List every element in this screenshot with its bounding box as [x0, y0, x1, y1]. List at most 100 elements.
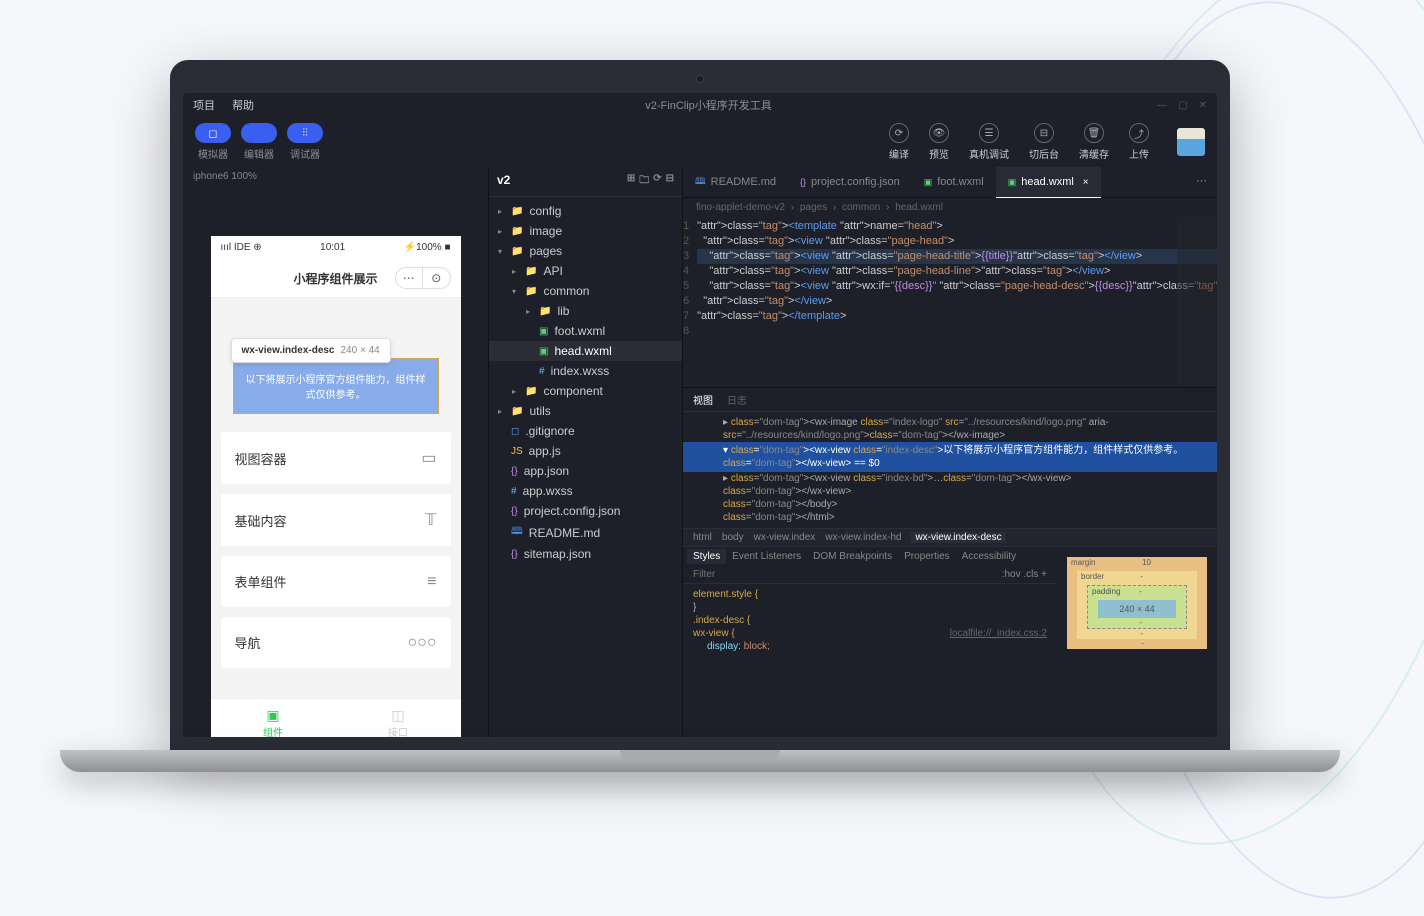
list-item[interactable]: 导航○○○	[221, 617, 451, 668]
dom-path-item[interactable]: wx-view.index	[754, 532, 816, 543]
tree-item[interactable]: #index.wxss	[489, 361, 682, 381]
mode-button[interactable]: ⫶⫶	[287, 123, 323, 143]
new-folder-icon[interactable]: 🗀	[639, 173, 649, 190]
css-rules[interactable]: element.style {}.index-desc {</span></di…	[683, 584, 1057, 737]
filter-tools[interactable]: :hov .cls +	[1002, 569, 1047, 580]
mode-button[interactable]: ◻	[195, 123, 231, 143]
styles-tab[interactable]: Styles	[687, 549, 726, 564]
dom-path-item[interactable]: html	[693, 532, 712, 543]
tab-elements[interactable]: 视图	[693, 392, 713, 407]
tree-item[interactable]: ▸📁image	[489, 221, 682, 241]
tree-item[interactable]: ▸📁API	[489, 261, 682, 281]
collapse-icon[interactable]: ⊟	[666, 173, 674, 190]
tree-item[interactable]: ▣foot.wxml	[489, 321, 682, 341]
tree-item[interactable]: 🕮README.md	[489, 521, 682, 544]
close-icon[interactable]: ✕	[1199, 100, 1207, 111]
list-item[interactable]: 视图容器▭	[221, 432, 451, 484]
toolbar-action[interactable]: ☰真机调试	[969, 123, 1009, 161]
dom-node[interactable]: ▸ class="dom-tag"><wx-view class="index-…	[723, 472, 1207, 485]
toolbar-action[interactable]: ⊟切后台	[1029, 123, 1059, 161]
highlighted-element[interactable]: 以下将展示小程序官方组件能力，组件样式仅供参考。	[233, 358, 439, 414]
tab-close-icon[interactable]: ×	[1083, 177, 1089, 188]
tree-item[interactable]: ▸📁lib	[489, 301, 682, 321]
toolbar-action[interactable]: ⤴上传	[1129, 123, 1149, 161]
toolbar-action[interactable]: 👁预览	[929, 123, 949, 161]
caret-icon: ▸	[523, 307, 533, 316]
dom-node[interactable]: class="dom-tag"></html>	[723, 511, 1207, 524]
signal-icon: ıııl IDE ⊕	[221, 242, 262, 253]
breadcrumb-item[interactable]: fino-applet-demo-v2	[696, 202, 785, 213]
mode-button[interactable]	[241, 123, 277, 143]
styles-tab[interactable]: Properties	[904, 551, 950, 562]
tree-item[interactable]: #app.wxss	[489, 481, 682, 501]
breadcrumb-item[interactable]: head.wxml	[895, 202, 943, 213]
toolbar: ◻模拟器编辑器⫶⫶调试器 ⟳编译👁预览☰真机调试⊟切后台🗑清缓存⤴上传	[183, 117, 1217, 167]
tabbar-item[interactable]: ◫接口	[336, 699, 461, 737]
new-file-icon[interactable]: ⊞	[627, 173, 635, 190]
styles-tab[interactable]: Accessibility	[962, 551, 1016, 562]
camera-icon	[696, 75, 704, 83]
breadcrumb-item[interactable]: pages	[800, 202, 827, 213]
tree-item[interactable]: {}project.config.json	[489, 501, 682, 521]
file-icon: {}	[511, 549, 518, 560]
toolbar-action[interactable]: ⟳编译	[889, 123, 909, 161]
list-item[interactable]: 表单组件≡	[221, 556, 451, 607]
breadcrumb-item[interactable]: common	[842, 202, 880, 213]
tree-item[interactable]: {}sitemap.json	[489, 544, 682, 564]
styles-tab[interactable]: Event Listeners	[732, 551, 801, 562]
file-name: lib	[557, 304, 569, 318]
editor-tab[interactable]: 🕮README.md	[683, 167, 788, 197]
menu-project[interactable]: 项目	[193, 100, 215, 112]
tabs-more-icon[interactable]: ⋯	[1186, 167, 1217, 197]
maximize-icon[interactable]: ▢	[1178, 100, 1187, 111]
file-name: head.wxml	[554, 344, 611, 358]
editor-tab[interactable]: ▣foot.wxml	[912, 167, 996, 197]
file-icon: 📁	[525, 386, 537, 397]
inspect-tooltip: wx-view.index-desc240 × 44	[231, 338, 391, 363]
caret-icon: ▸	[509, 387, 519, 396]
tree-item[interactable]: JSapp.js	[489, 441, 682, 461]
toolbar-action[interactable]: 🗑清缓存	[1079, 123, 1109, 161]
list-item[interactable]: 基础内容𝕋	[221, 494, 451, 546]
dom-path-item[interactable]: wx-view.index-desc	[911, 532, 1005, 543]
avatar[interactable]	[1177, 128, 1205, 156]
tree-item[interactable]: ◻.gitignore	[489, 421, 682, 441]
tabbar-item[interactable]: ▣组件	[211, 699, 336, 737]
tab-icon: ◫	[336, 707, 461, 724]
dom-path-item[interactable]: wx-view.index-hd	[825, 532, 901, 543]
dom-node[interactable]: ▾ class="dom-tag"><wx-view class="index-…	[683, 442, 1217, 472]
dom-path-item[interactable]: body	[722, 532, 744, 543]
menu-help[interactable]: 帮助	[232, 100, 254, 112]
refresh-icon[interactable]: ⟳	[653, 173, 661, 190]
tree-item[interactable]: ▸📁config	[489, 201, 682, 221]
tree-item[interactable]: ▸📁component	[489, 381, 682, 401]
close-icon[interactable]: ⊙	[423, 268, 450, 288]
minimize-icon[interactable]: —	[1157, 100, 1167, 111]
capsule-button[interactable]: ⋯⊙	[395, 267, 451, 289]
tree-item[interactable]: {}app.json	[489, 461, 682, 481]
code-editor[interactable]: 12345678 "attr">class="tag"><template "a…	[683, 217, 1217, 387]
editor-tab[interactable]: ▣head.wxml×	[996, 167, 1101, 198]
dom-node[interactable]: class="dom-tag"></body>	[723, 498, 1207, 511]
tree-item[interactable]: ▸📁utils	[489, 401, 682, 421]
editor-tab[interactable]: {}project.config.json	[788, 167, 912, 197]
styles-tab[interactable]: DOM Breakpoints	[813, 551, 892, 562]
file-icon: JS	[511, 446, 523, 457]
mode-label: 模拟器	[198, 146, 228, 161]
inspector-top-tabs: 视图 日志	[683, 388, 1217, 412]
minimap[interactable]	[1177, 217, 1217, 387]
tree-item[interactable]: ▣head.wxml	[489, 341, 682, 361]
tree-item[interactable]: ▾📁pages	[489, 241, 682, 261]
dom-node[interactable]: class="dom-tag"></wx-view>	[723, 485, 1207, 498]
window-controls: — ▢ ✕	[1149, 99, 1207, 111]
dom-node[interactable]: ▸ class="dom-tag"><wx-image class="index…	[723, 416, 1207, 442]
dom-breadcrumb[interactable]: html body wx-view.index wx-view.index-hd wx-…	[683, 528, 1217, 546]
file-icon: ▣	[539, 326, 548, 337]
tab-label: README.md	[711, 176, 776, 188]
tab-console[interactable]: 日志	[727, 392, 747, 407]
tree-item[interactable]: ▾📁common	[489, 281, 682, 301]
mode-label: 编辑器	[244, 146, 274, 161]
more-icon[interactable]: ⋯	[396, 268, 424, 288]
filter-input[interactable]	[693, 569, 1002, 580]
dom-tree[interactable]: ▸ class="dom-tag"><wx-image class="index…	[683, 412, 1217, 528]
